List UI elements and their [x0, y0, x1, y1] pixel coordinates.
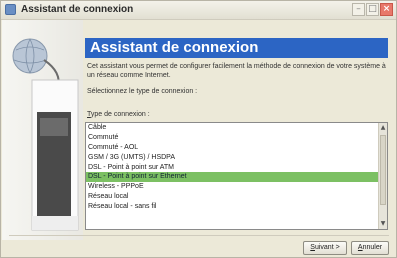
- app-icon: [5, 4, 16, 15]
- connection-wizard-window: Assistant de connexion – □ × Assistant d…: [0, 0, 397, 258]
- list-item[interactable]: DSL - Point à point sur ATM: [86, 163, 387, 173]
- scroll-thumb[interactable]: [380, 135, 386, 205]
- scroll-down-icon[interactable]: ▼: [379, 220, 387, 228]
- next-label: uivant: [314, 244, 334, 251]
- wizard-side-illustration: [2, 20, 83, 240]
- connection-type-list[interactable]: Câble Commuté Commuté - AOL GSM / 3G (UM…: [85, 122, 388, 230]
- wizard-description: Cet assistant vous permet de configurer …: [87, 63, 386, 79]
- title-bar[interactable]: Assistant de connexion – □ ×: [1, 1, 396, 20]
- list-scrollbar[interactable]: ▲ ▼: [378, 123, 387, 229]
- network-illustration-icon: [12, 38, 79, 231]
- scroll-up-icon[interactable]: ▲: [379, 124, 387, 132]
- wizard-header: Assistant de connexion: [85, 38, 388, 58]
- list-item[interactable]: Commuté: [86, 133, 387, 143]
- list-item[interactable]: Réseau local - sans fil: [86, 202, 387, 212]
- window-title: Assistant de connexion: [21, 4, 134, 15]
- list-item[interactable]: GSM / 3G (UMTS) / HSDPA: [86, 153, 387, 163]
- minimize-button[interactable]: –: [352, 3, 365, 16]
- list-item[interactable]: Câble: [86, 123, 387, 133]
- instruction-text: Sélectionnez le type de connexion :: [87, 88, 198, 95]
- next-suffix: >: [333, 244, 340, 251]
- connection-type-label: Type de connexion :: [87, 111, 150, 118]
- footer-divider: [9, 235, 389, 236]
- label-text: ype de connexion :: [90, 111, 150, 118]
- list-item[interactable]: Wireless - PPPoE: [86, 182, 387, 192]
- cancel-label: nnuler: [362, 244, 383, 251]
- maximize-button[interactable]: □: [366, 3, 379, 16]
- close-button[interactable]: ×: [380, 3, 393, 16]
- list-item-selected[interactable]: DSL - Point à point sur Ethernet: [86, 172, 387, 183]
- list-item[interactable]: Réseau local: [86, 192, 387, 202]
- page-title: Assistant de connexion: [90, 39, 259, 56]
- next-button[interactable]: Suivant >: [303, 241, 347, 255]
- cancel-button[interactable]: Annuler: [351, 241, 389, 255]
- list-item-empty[interactable]: [86, 212, 387, 222]
- list-item[interactable]: Commuté - AOL: [86, 143, 387, 153]
